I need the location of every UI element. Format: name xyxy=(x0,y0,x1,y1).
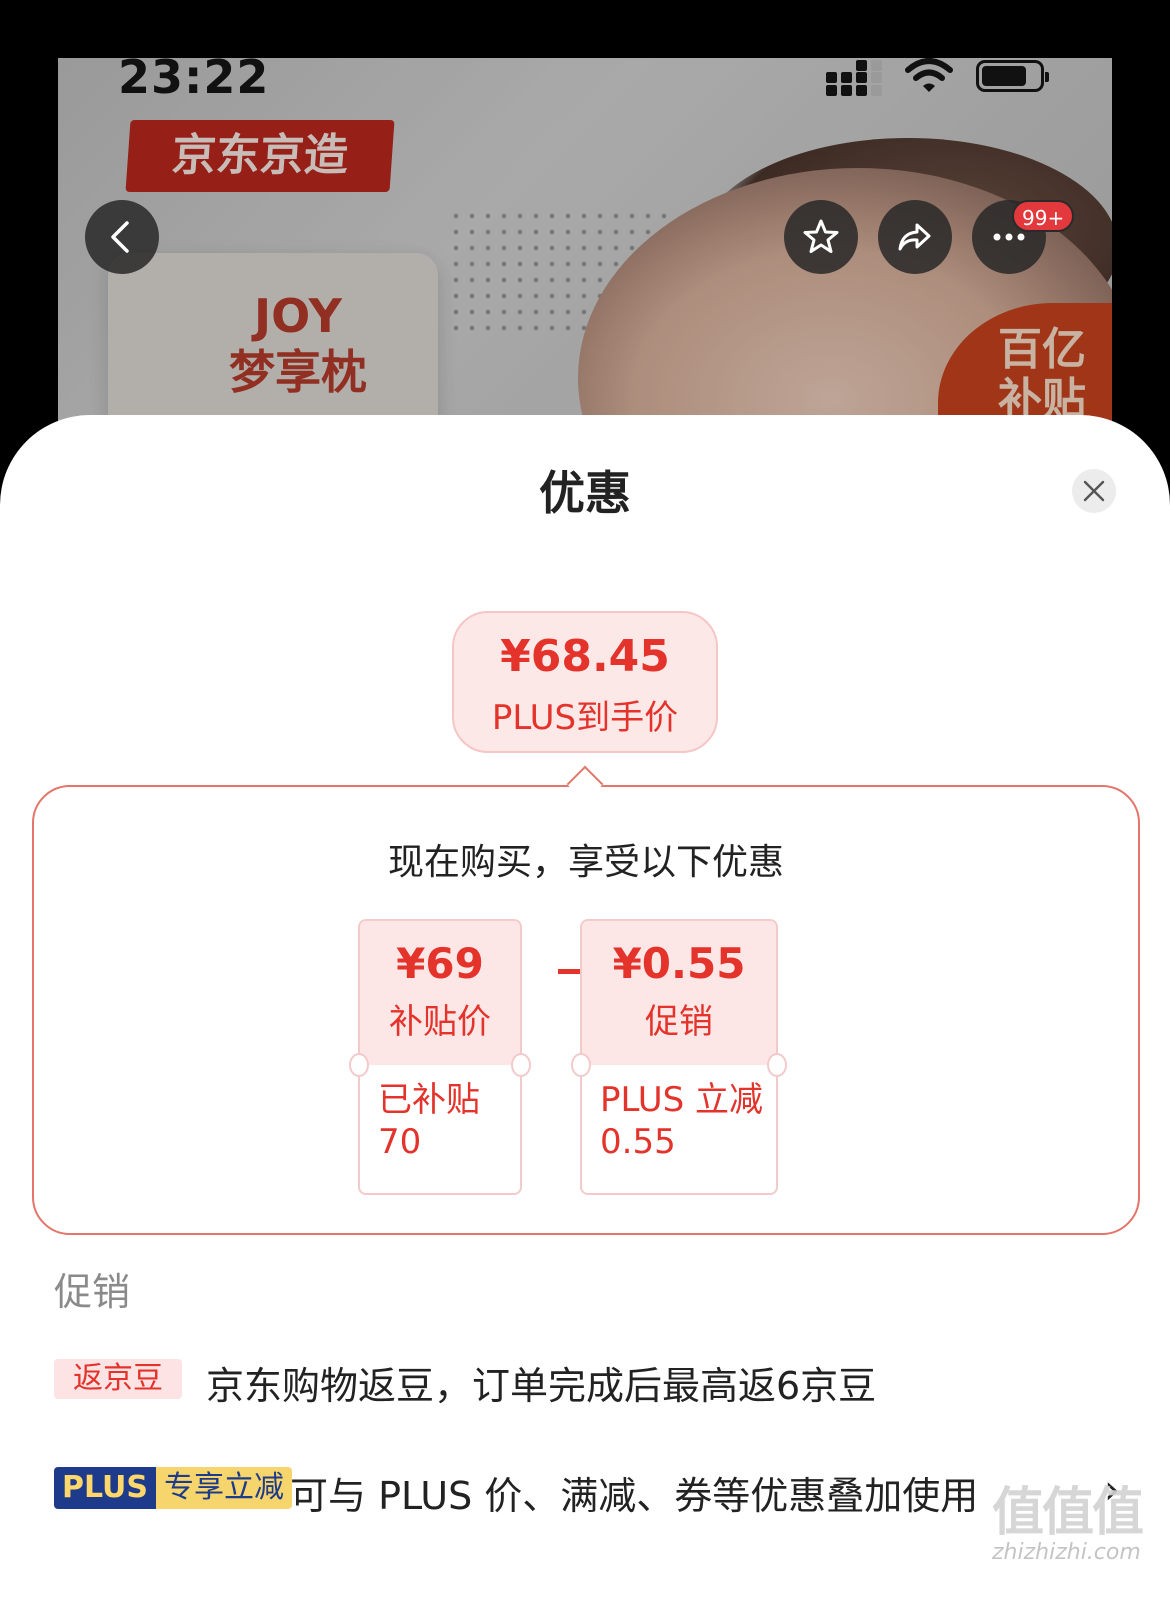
final-price-box: ¥68.45 PLUS到手价 xyxy=(452,611,718,753)
ticket-detail-line1: PLUS 立减 xyxy=(600,1080,764,1120)
battery-icon xyxy=(976,60,1049,92)
ticket-amount: ¥69 xyxy=(396,939,484,988)
plus-tag-left: PLUS xyxy=(54,1467,157,1509)
status-time: 23:22 xyxy=(118,50,270,104)
promo-row-plus[interactable]: PLUS 专享立减 可与 PLUS 价、满减、券等优惠叠加使用 › xyxy=(54,1465,1134,1518)
ticket-detail-line2: 0.55 xyxy=(600,1122,676,1162)
promotion-ticket: ¥0.55 促销 PLUS 立减 0.55 xyxy=(571,919,787,1195)
breakdown-heading: 现在购买，享受以下优惠 xyxy=(387,842,784,883)
plus-tag-right: 专享立减 xyxy=(156,1467,293,1509)
product-hero-image: JOY 梦享枕 京东京造 百亿 补贴 xyxy=(58,58,1112,458)
ticket-name: 促销 xyxy=(645,1002,713,1042)
final-price: ¥68.45 xyxy=(500,631,670,682)
plus-tag: PLUS 专享立减 xyxy=(54,1467,293,1509)
promo-row-jingdou[interactable]: 返京豆 京东购物返豆，订单完成后最高返6京豆 xyxy=(54,1355,1134,1408)
final-price-label: PLUS到手价 xyxy=(491,698,679,738)
cellular-signal-icon xyxy=(826,60,886,96)
ticket-name: 补贴价 xyxy=(389,1002,491,1042)
back-button[interactable] xyxy=(85,200,159,274)
status-icons xyxy=(826,58,1056,98)
minus-sign xyxy=(558,969,582,974)
overlay-dim xyxy=(58,58,1112,458)
ticket-amount: ¥0.55 xyxy=(612,939,746,988)
promo-text: 可与 PLUS 价、满减、券等优惠叠加使用 xyxy=(290,1474,979,1518)
promotion-section-label: 促销 xyxy=(54,1270,131,1314)
jingdou-tag: 返京豆 xyxy=(54,1359,182,1399)
star-icon xyxy=(803,219,839,253)
wifi-icon xyxy=(905,58,953,92)
promo-text: 京东购物返豆，订单完成后最高返6京豆 xyxy=(206,1364,877,1408)
sheet-title: 优惠 xyxy=(539,466,631,520)
share-button[interactable] xyxy=(878,200,952,274)
ticket-detail-line1: 已补贴 xyxy=(378,1080,480,1120)
watermark-url: zhizhizhi.com xyxy=(992,1540,1141,1565)
watermark-logo: 值值值 xyxy=(992,1483,1144,1543)
notification-badge: 99+ xyxy=(1012,200,1075,232)
close-button[interactable] xyxy=(1072,469,1116,513)
ticket-detail-line2: 70 xyxy=(378,1122,422,1162)
close-icon xyxy=(1083,480,1105,502)
favorite-button[interactable] xyxy=(784,200,858,274)
price-breakdown: 现在购买，享受以下优惠 ¥69 补贴价 已补贴 70 ¥0.55 促销 PLUS… xyxy=(32,785,1140,1235)
subsidy-price-ticket: ¥69 补贴价 已补贴 70 xyxy=(349,919,531,1195)
discount-sheet: 优惠 ¥68.45 PLUS到手价 现在购买，享受以下优惠 ¥69 补贴价 已补… xyxy=(0,415,1170,1623)
share-icon xyxy=(898,223,931,251)
back-icon xyxy=(111,221,129,253)
